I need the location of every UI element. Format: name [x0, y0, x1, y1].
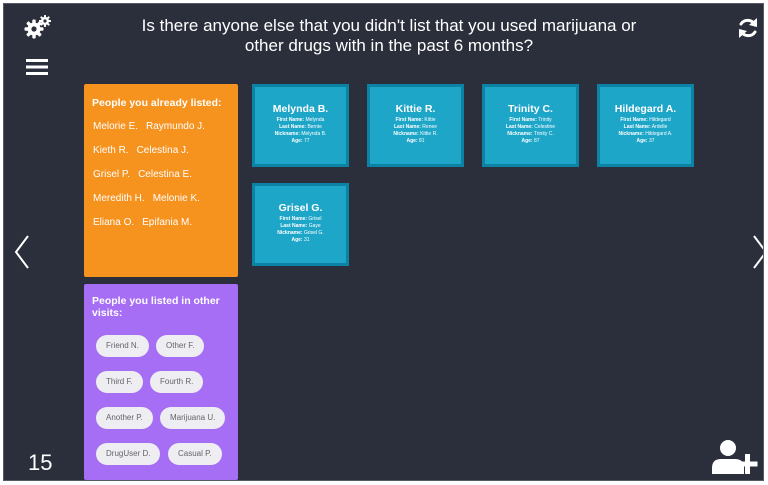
first-name-label: First Name: — [395, 117, 423, 123]
listed-row: Melorie E. Raymundo J. — [93, 115, 238, 139]
refresh-icon[interactable] — [736, 16, 760, 40]
person-card[interactable]: Melynda B. First Name: Melynda Last Name… — [252, 84, 349, 167]
card-first-name: Hildegard — [649, 117, 671, 123]
card-last-name: Gaye — [308, 223, 321, 229]
other-visits-title: People you listed in other visits: — [92, 295, 220, 319]
person-pill[interactable]: Another P. — [96, 407, 153, 429]
card-nickname: Hildegard A. — [645, 131, 673, 137]
age-label: Age: — [521, 138, 533, 144]
page-number: 15 — [28, 450, 53, 475]
nickname-label: Nickname: — [277, 230, 303, 236]
hamburger-menu-icon[interactable] — [26, 58, 48, 76]
card-name: Hildegard A. — [614, 103, 677, 115]
listed-row: Meredith H. Melonie K. — [93, 187, 238, 211]
other-visits-panel: People you listed in other visits: Frien… — [84, 284, 238, 480]
nickname-label: Nickname: — [618, 131, 644, 137]
card-age: 37 — [648, 138, 655, 144]
card-last-name: Renee — [422, 124, 438, 130]
card-details: First Name: Trinity Last Name: Celestine… — [485, 117, 576, 145]
listed-name: Celestina J. — [136, 145, 189, 156]
person-pill[interactable]: Third F. — [96, 371, 143, 393]
listed-name: Grisel P. — [93, 169, 131, 180]
first-name-label: First Name: — [509, 117, 537, 123]
person-pill[interactable]: DrugUser D. — [96, 443, 161, 465]
person-card[interactable]: Trinity C. First Name: Trinity Last Name… — [482, 84, 579, 167]
card-first-name: Trinity — [538, 117, 552, 123]
people-listed-names: Melorie E. Raymundo J. Kieth R. Celestina … — [84, 109, 238, 235]
card-name: Kittie R. — [395, 103, 436, 115]
card-age: 31 — [303, 237, 310, 243]
card-details: First Name: Hildegard Last Name: Ardelle… — [600, 117, 691, 145]
question-text: Is there anyone else that you didn't lis… — [141, 16, 637, 55]
people-listed-panel: People you already listed: Melorie E. Ray… — [84, 84, 238, 277]
last-name-label: Last Name: — [393, 124, 421, 130]
nickname-label: Nickname: — [393, 131, 419, 137]
last-name-label: Last Name: — [623, 124, 651, 130]
last-name-label: Last Name: — [279, 124, 307, 130]
card-first-name: Grisel — [308, 216, 322, 222]
card-first-name: Kittie — [424, 117, 436, 123]
listed-name: Epifania M. — [142, 217, 193, 228]
first-name-label: First Name: — [279, 216, 308, 222]
gears-icon[interactable] — [24, 14, 52, 40]
last-name-label: Last Name: — [280, 223, 308, 229]
age-label: Age: — [291, 237, 303, 243]
person-card[interactable]: Hildegard A. First Name: Hildegard Last … — [597, 84, 694, 167]
last-name-label: Last Name: — [505, 124, 533, 130]
listed-row: Eliana O. Epifania M. — [93, 211, 238, 235]
app-screen: Is there anyone else that you didn't lis… — [3, 3, 764, 481]
card-name: Melynda B. — [272, 103, 329, 115]
card-nickname: Kittie R. — [420, 131, 438, 137]
card-age: 81 — [418, 138, 425, 144]
age-label: Age: — [636, 138, 648, 144]
listed-name: Celestina E. — [138, 169, 192, 180]
listed-row: Kieth R. Celestina J. — [93, 139, 238, 163]
chevron-left-icon[interactable] — [10, 232, 34, 272]
listed-name: Raymundo J. — [146, 121, 205, 132]
card-age: 77 — [303, 138, 310, 144]
card-nickname: Trinity C. — [533, 131, 554, 137]
add-person-icon[interactable] — [710, 438, 760, 476]
card-details: First Name: Kittie Last Name: Renee Nick… — [370, 117, 461, 145]
person-pill[interactable]: Marijuana U. — [160, 407, 226, 429]
listed-name: Melonie K. — [152, 193, 200, 204]
card-nickname: Grisel G. — [303, 230, 324, 236]
people-listed-title: People you already listed: — [92, 97, 222, 109]
listed-row: Grisel P. Celestina E. — [93, 163, 238, 187]
card-last-name: Ardelle — [651, 124, 668, 130]
card-last-name: Bernie — [307, 124, 322, 130]
card-age: 87 — [533, 138, 540, 144]
card-last-name: Celestine — [534, 124, 556, 130]
listed-name: Meredith H. — [93, 193, 145, 204]
person-pill[interactable]: Other F. — [156, 335, 205, 357]
person-pill[interactable]: Fourth R. — [150, 371, 204, 393]
nickname-label: Nickname: — [274, 131, 300, 137]
first-name-label: First Name: — [620, 117, 648, 123]
listed-name: Eliana O. — [93, 217, 135, 228]
age-label: Age: — [406, 138, 418, 144]
first-name-label: First Name: — [276, 117, 305, 123]
card-name: Grisel G. — [278, 202, 323, 214]
card-first-name: Melynda — [305, 117, 325, 123]
age-label: Age: — [291, 138, 303, 144]
person-pill[interactable]: Friend N. — [96, 335, 149, 357]
card-name: Trinity C. — [508, 103, 553, 115]
card-details: First Name: Melynda Last Name: Bernie Ni… — [255, 117, 346, 145]
person-pill[interactable]: Casual P. — [168, 443, 222, 465]
person-card[interactable]: Kittie R. First Name: Kittie Last Name: … — [367, 84, 464, 167]
card-nickname: Melynda B. — [301, 131, 327, 137]
card-details: First Name: Grisel Last Name: Gaye Nickn… — [255, 216, 346, 244]
listed-name: Melorie E. — [93, 121, 139, 132]
chevron-right-icon[interactable] — [748, 232, 764, 272]
listed-name: Kieth R. — [93, 145, 129, 156]
nickname-label: Nickname: — [507, 131, 533, 137]
person-card[interactable]: Grisel G. First Name: Grisel Last Name: … — [252, 183, 349, 266]
